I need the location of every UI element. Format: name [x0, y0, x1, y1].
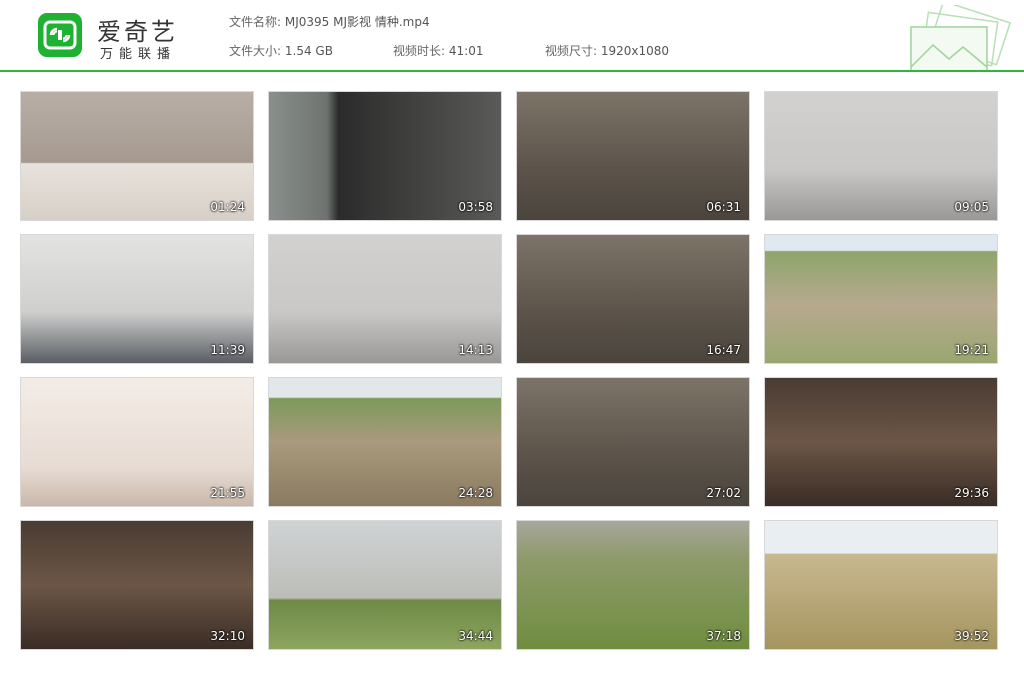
video-thumbnail[interactable]: 29:36	[764, 377, 998, 507]
duration-value: 41:01	[448, 44, 484, 58]
thumbnail-grid: 01:24 03:58 06:31 09:05 11:39 14:13 16:47 19:21…	[20, 91, 1004, 654]
video-thumbnail[interactable]: 03:58	[268, 91, 502, 221]
file-name-value: MJ0395 MJ影视 情种.mp4	[284, 15, 430, 29]
thumbnail-timestamp: 16:47	[706, 343, 741, 357]
video-thumbnail[interactable]: 27:02	[516, 377, 750, 507]
video-thumbnail[interactable]: 16:47	[516, 234, 750, 364]
thumbnail-timestamp: 21:55	[210, 486, 245, 500]
video-thumbnail[interactable]: 19:21	[764, 234, 998, 364]
video-thumbnail[interactable]: 11:39	[20, 234, 254, 364]
app-subtitle: 万能联播	[100, 47, 177, 62]
file-size-info: 文件大小: 1.54 GB	[229, 42, 333, 59]
video-thumbnail[interactable]: 32:10	[20, 520, 254, 650]
thumbnail-timestamp: 32:10	[210, 629, 245, 643]
duration-label: 视频时长:	[393, 44, 446, 58]
resolution-label: 视频尺寸:	[545, 44, 598, 58]
thumbnail-timestamp: 34:44	[458, 629, 493, 643]
resolution-value: 1920x1080	[600, 44, 670, 58]
header: 爱奇艺 万能联播 文件名称: MJ0395 MJ影视 情种.mp4 文件大小: …	[0, 0, 1024, 71]
thumbnail-timestamp: 03:58	[458, 200, 493, 214]
thumbnail-timestamp: 01:24	[210, 200, 245, 214]
thumbnail-timestamp: 14:13	[458, 343, 493, 357]
thumbnail-timestamp: 27:02	[706, 486, 741, 500]
file-size-label: 文件大小:	[229, 44, 282, 58]
photo-stack-decoration-icon	[910, 5, 1012, 71]
thumbnail-timestamp: 37:18	[706, 629, 741, 643]
thumbnail-timestamp: 39:52	[954, 629, 989, 643]
video-thumbnail[interactable]: 24:28	[268, 377, 502, 507]
video-thumbnail[interactable]: 37:18	[516, 520, 750, 650]
video-thumbnail[interactable]: 01:24	[20, 91, 254, 221]
video-thumbnail[interactable]: 06:31	[516, 91, 750, 221]
thumbnail-timestamp: 19:21	[954, 343, 989, 357]
file-name-info: 文件名称: MJ0395 MJ影视 情种.mp4	[229, 13, 430, 30]
video-thumbnail[interactable]: 39:52	[764, 520, 998, 650]
iqiyi-tv-icon	[38, 13, 82, 57]
header-divider	[0, 70, 1024, 72]
thumbnail-timestamp: 29:36	[954, 486, 989, 500]
video-thumbnail[interactable]: 09:05	[764, 91, 998, 221]
thumbnail-timestamp: 24:28	[458, 486, 493, 500]
thumbnail-timestamp: 11:39	[210, 343, 245, 357]
duration-info: 视频时长: 41:01	[393, 42, 483, 59]
video-thumbnail[interactable]: 14:13	[268, 234, 502, 364]
file-name-label: 文件名称:	[229, 15, 282, 29]
video-thumbnail[interactable]: 21:55	[20, 377, 254, 507]
file-size-value: 1.54 GB	[284, 44, 333, 58]
resolution-info: 视频尺寸: 1920x1080	[545, 42, 669, 59]
thumbnail-timestamp: 06:31	[706, 200, 741, 214]
thumbnail-timestamp: 09:05	[954, 200, 989, 214]
app-title: 爱奇艺	[97, 18, 178, 46]
video-thumbnail[interactable]: 34:44	[268, 520, 502, 650]
